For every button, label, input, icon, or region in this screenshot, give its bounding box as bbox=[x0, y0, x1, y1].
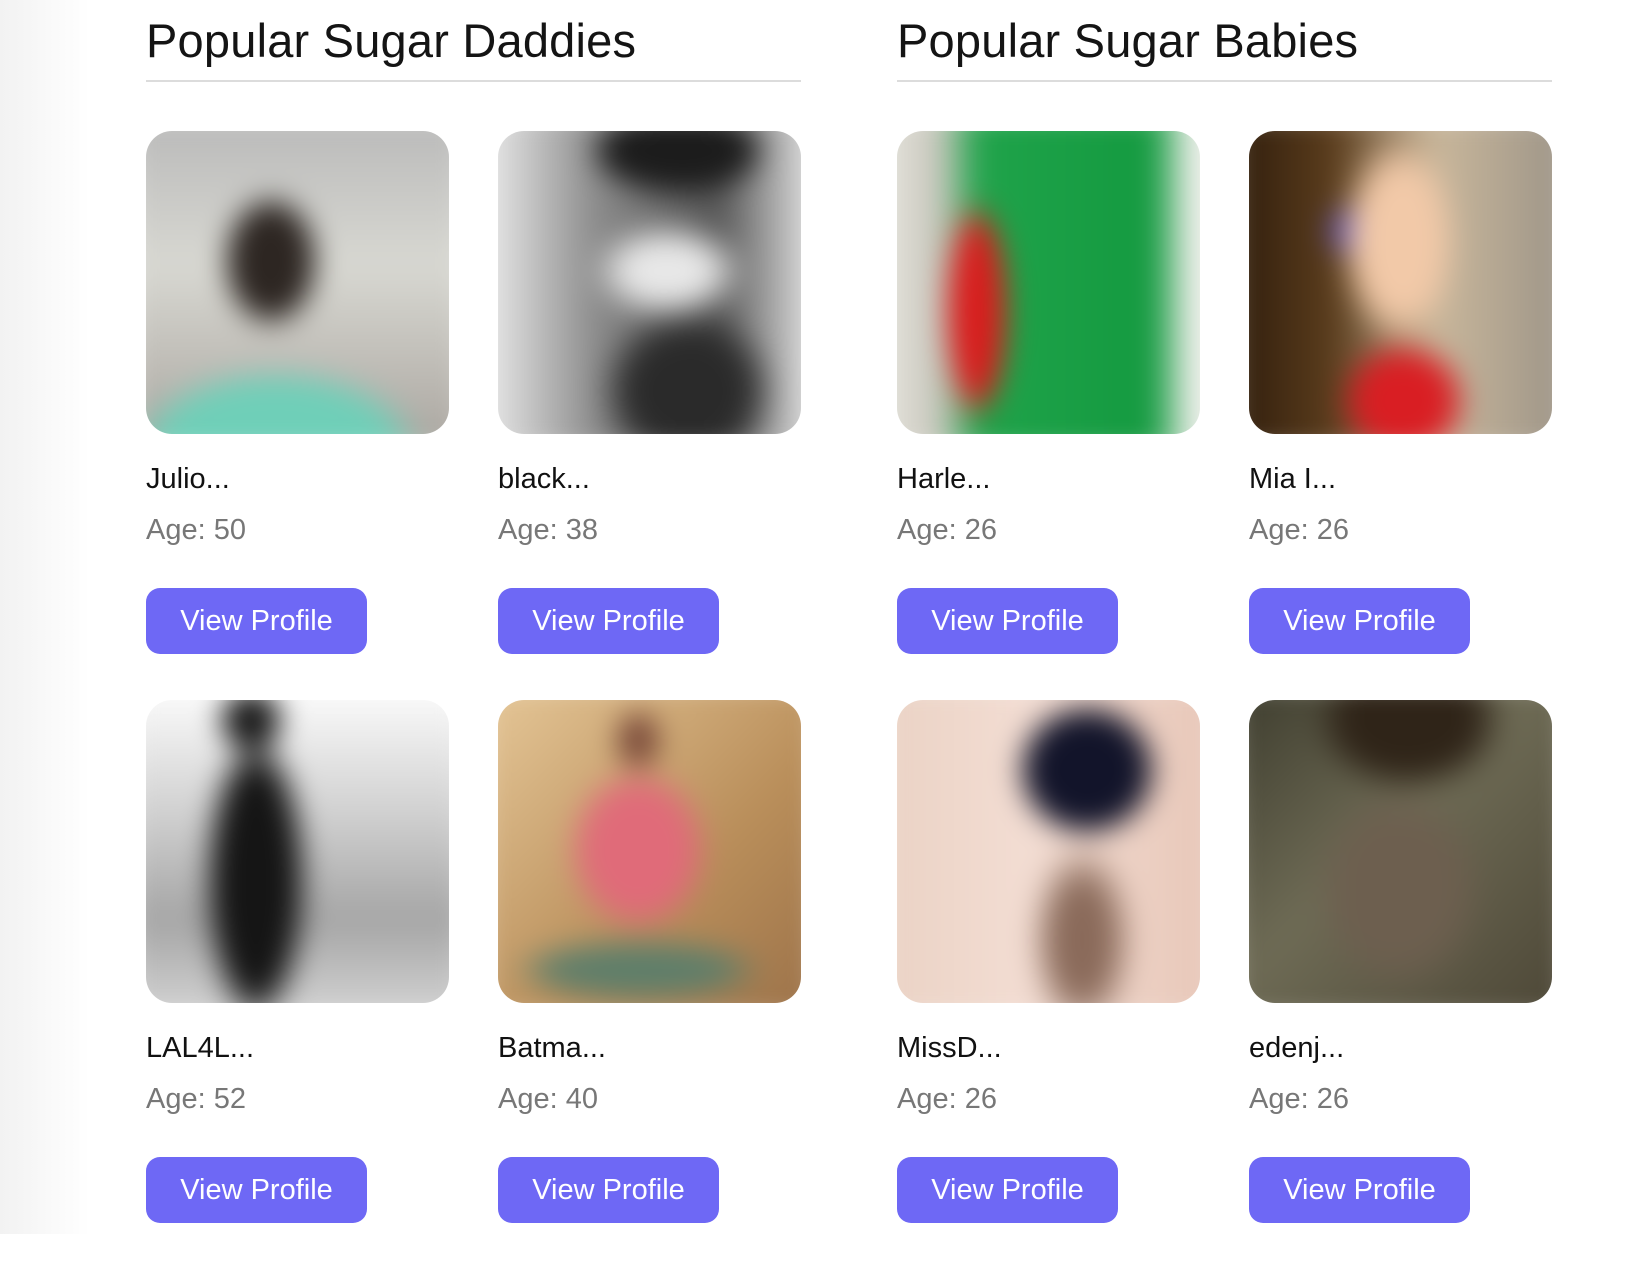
profile-photo[interactable] bbox=[1249, 700, 1552, 1003]
profile-card: Julio... Age: 50 View Profile bbox=[146, 131, 449, 700]
profile-age: Age: 26 bbox=[897, 514, 997, 546]
profile-name: Mia I... bbox=[1249, 463, 1337, 495]
profile-age: Age: 50 bbox=[146, 514, 246, 546]
popular-sugar-daddies-section: Popular Sugar Daddies Julio... Age: 50 V… bbox=[146, 0, 801, 1269]
profile-card: MissD... Age: 26 View Profile bbox=[897, 700, 1200, 1269]
profile-name: Batma... bbox=[498, 1032, 606, 1064]
page-edge-shadow bbox=[0, 0, 90, 1234]
profile-age: Age: 38 bbox=[498, 514, 598, 546]
profile-grid: Julio... Age: 50 View Profile black... A… bbox=[146, 131, 801, 1269]
profile-card: Harle... Age: 26 View Profile bbox=[897, 131, 1200, 700]
profile-grid: Harle... Age: 26 View Profile Mia I... A… bbox=[897, 131, 1552, 1269]
profile-card: edenj... Age: 26 View Profile bbox=[1249, 700, 1552, 1269]
profile-photo[interactable] bbox=[897, 131, 1200, 434]
profile-card: Batma... Age: 40 View Profile bbox=[498, 700, 801, 1269]
profile-name: black... bbox=[498, 463, 590, 495]
view-profile-button[interactable]: View Profile bbox=[146, 588, 367, 654]
view-profile-button[interactable]: View Profile bbox=[1249, 588, 1470, 654]
view-profile-button[interactable]: View Profile bbox=[146, 1157, 367, 1223]
profile-age: Age: 26 bbox=[897, 1083, 997, 1115]
view-profile-button[interactable]: View Profile bbox=[1249, 1157, 1470, 1223]
view-profile-button[interactable]: View Profile bbox=[897, 588, 1118, 654]
popular-sugar-babies-section: Popular Sugar Babies Harle... Age: 26 Vi… bbox=[897, 0, 1552, 1269]
profile-name: LAL4L... bbox=[146, 1032, 255, 1064]
view-profile-button[interactable]: View Profile bbox=[498, 588, 719, 654]
section-title: Popular Sugar Daddies bbox=[146, 0, 801, 82]
section-title: Popular Sugar Babies bbox=[897, 0, 1552, 82]
profile-age: Age: 40 bbox=[498, 1083, 598, 1115]
profile-name: Harle... bbox=[897, 463, 991, 495]
profile-card: black... Age: 38 View Profile bbox=[498, 131, 801, 700]
profile-name: edenj... bbox=[1249, 1032, 1345, 1064]
profile-photo[interactable] bbox=[146, 131, 449, 434]
profile-photo[interactable] bbox=[498, 131, 801, 434]
profile-card: LAL4L... Age: 52 View Profile bbox=[146, 700, 449, 1269]
profile-age: Age: 26 bbox=[1249, 514, 1349, 546]
profile-photo[interactable] bbox=[897, 700, 1200, 1003]
profile-name: Julio... bbox=[146, 463, 230, 495]
profile-age: Age: 52 bbox=[146, 1083, 246, 1115]
profile-photo[interactable] bbox=[146, 700, 449, 1003]
profile-card: Mia I... Age: 26 View Profile bbox=[1249, 131, 1552, 700]
view-profile-button[interactable]: View Profile bbox=[897, 1157, 1118, 1223]
profile-name: MissD... bbox=[897, 1032, 1002, 1064]
view-profile-button[interactable]: View Profile bbox=[498, 1157, 719, 1223]
profile-age: Age: 26 bbox=[1249, 1083, 1349, 1115]
profile-photo[interactable] bbox=[1249, 131, 1552, 434]
profile-photo[interactable] bbox=[498, 700, 801, 1003]
